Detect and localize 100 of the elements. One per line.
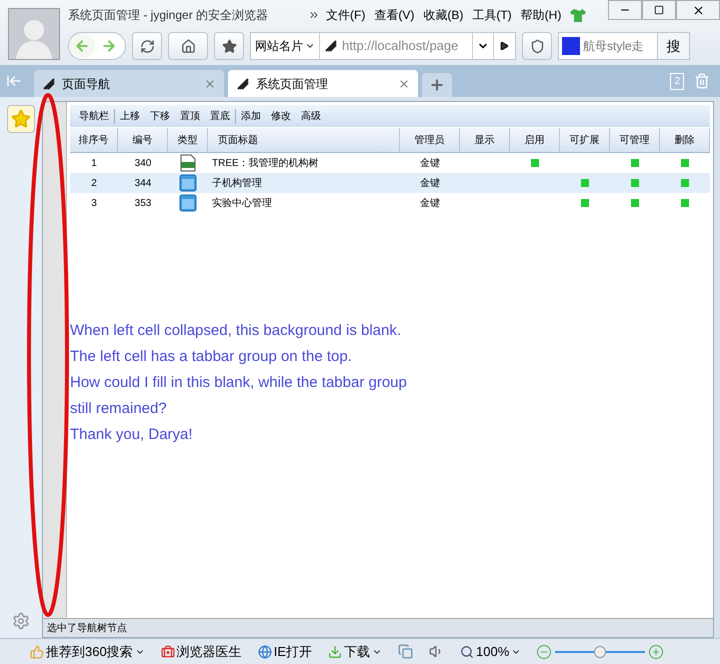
- close-tab-icon[interactable]: [204, 78, 216, 90]
- tab[interactable]: 页面导航: [34, 70, 224, 97]
- close-tab-icon[interactable]: [398, 78, 410, 90]
- settings-icon[interactable]: [12, 612, 30, 630]
- toolbar-button[interactable]: 添加: [235, 108, 266, 124]
- menu-item[interactable]: 收藏(B): [423, 6, 464, 24]
- maximize-icon: [654, 5, 664, 15]
- window-icon: [179, 194, 197, 212]
- avatar[interactable]: [8, 8, 60, 60]
- url-text: http://localhost/page: [342, 37, 460, 56]
- toolbar-button[interactable]: 置顶: [175, 108, 205, 124]
- zoom-out-button[interactable]: [537, 644, 552, 658]
- play-icon: [499, 41, 509, 51]
- toolbar-button[interactable]: 置底: [205, 108, 235, 124]
- column-header[interactable]: 排序号: [70, 128, 118, 152]
- table-cell-text: TREE：我管理的机构树: [211, 156, 320, 170]
- plus-icon: [651, 646, 662, 656]
- page-icon: [236, 76, 250, 90]
- table-cell-text: 1: [90, 156, 98, 170]
- page-icon: [324, 39, 338, 53]
- back-button[interactable]: [69, 33, 95, 59]
- table-cell-text: 344: [134, 176, 152, 190]
- menu-item[interactable]: 查看(V): [374, 6, 414, 24]
- recommend-button[interactable]: 推荐到360搜索: [30, 642, 145, 662]
- table-cell-text: 2: [90, 176, 98, 190]
- column-header[interactable]: 编号: [118, 128, 168, 152]
- xml-file-icon: [179, 154, 197, 172]
- zoom-in-button[interactable]: [649, 644, 664, 658]
- note-text: Thank you, Darya!: [70, 425, 194, 445]
- menu-item[interactable]: 帮助(H): [520, 6, 562, 24]
- toolbar-button[interactable]: 上移: [114, 108, 145, 124]
- back-arrow-icon: [74, 38, 90, 54]
- status-text: 选中了导航树节点: [47, 622, 127, 636]
- toolbar-button[interactable]: 导航栏: [74, 108, 114, 124]
- table-cell-text: 金键: [419, 196, 441, 210]
- forward-arrow-icon: [101, 38, 117, 54]
- globe-icon: [258, 644, 272, 658]
- column-header[interactable]: 可扩展: [560, 128, 610, 152]
- new-tab-button[interactable]: [422, 73, 452, 97]
- shield-button[interactable]: [522, 32, 552, 60]
- thumbs-up-icon: [30, 644, 44, 658]
- maximize-button[interactable]: [642, 0, 676, 20]
- shirt-icon[interactable]: [570, 8, 586, 22]
- table-cell-text: 金键: [419, 156, 441, 170]
- zoom-button[interactable]: 100%: [460, 642, 522, 662]
- note-text: When left cell collapsed, this background is blank.: [70, 321, 402, 341]
- column-header[interactable]: 显示: [460, 128, 510, 152]
- table-cell-text: 353: [134, 196, 152, 210]
- table-row[interactable]: 2 344 子机构管理 金键: [70, 173, 710, 193]
- slider-thumb[interactable]: [594, 646, 606, 658]
- page-icon: [42, 76, 56, 90]
- toolbar-button[interactable]: 高级: [296, 108, 326, 124]
- table-row[interactable]: 3 353 实验中心管理 金键: [70, 193, 710, 213]
- table-cell-text: 3: [90, 196, 98, 210]
- column-header[interactable]: 删除: [660, 128, 710, 152]
- column-header[interactable]: 页面标题: [208, 128, 400, 152]
- column-header[interactable]: 类型: [168, 128, 208, 152]
- ie-button[interactable]: IE打开: [258, 642, 312, 662]
- plus-icon: [429, 77, 445, 93]
- download-button[interactable]: 下载: [328, 642, 382, 662]
- home-icon: [180, 38, 196, 54]
- table-cell-text: 子机构管理: [211, 176, 263, 190]
- search-box[interactable]: 航母style走 搜: [558, 32, 690, 60]
- refresh-icon: [140, 38, 154, 54]
- table-cell-text: 金键: [419, 176, 441, 190]
- address-bar[interactable]: 网站名片 http://localhost/page: [250, 32, 516, 60]
- table-row[interactable]: 1 340 TREE：我管理的机构树 金键: [70, 153, 710, 173]
- note-text: The left cell has a tabbar group on the top.: [70, 347, 353, 367]
- note-text: still remained?: [70, 399, 168, 419]
- window-title: 系统页面管理 - jyginger 的安全浏览器: [68, 7, 270, 24]
- shield-icon: [530, 38, 544, 54]
- toolbar-button[interactable]: 修改: [266, 108, 296, 124]
- tab[interactable]: 系统页面管理: [228, 70, 418, 97]
- column-header[interactable]: 管理员: [400, 128, 460, 152]
- table-cell-text: 340: [134, 156, 152, 170]
- tab-label: 页面导航: [62, 76, 111, 92]
- close-button[interactable]: [676, 0, 720, 20]
- table-cell-text: 实验中心管理: [211, 196, 273, 210]
- download-icon: [328, 644, 342, 658]
- search-field[interactable]: 航母style走: [583, 33, 657, 59]
- menu-item[interactable]: 文件(F): [326, 6, 366, 24]
- windows-icon[interactable]: [398, 644, 413, 659]
- trash-icon[interactable]: [694, 73, 710, 89]
- window-icon: [179, 174, 197, 192]
- home-button[interactable]: [168, 32, 208, 60]
- menu-item[interactable]: 工具(T): [472, 6, 512, 24]
- chevron-icon[interactable]: [308, 9, 320, 21]
- star-icon: [222, 38, 236, 54]
- zoom-slider[interactable]: [555, 644, 646, 658]
- search-button[interactable]: 搜: [657, 33, 689, 59]
- note-text: How could I fill in this blank, while the tabbar group: [70, 373, 408, 393]
- column-header[interactable]: 可管理: [610, 128, 660, 152]
- toolbar-button[interactable]: 下移: [145, 108, 175, 124]
- doctor-button[interactable]: 浏览器医生: [160, 642, 242, 662]
- column-header[interactable]: 启用: [510, 128, 560, 152]
- favorite-button[interactable]: [214, 32, 244, 60]
- favorites-button[interactable]: [7, 105, 35, 133]
- sidebar-toggle-icon[interactable]: [6, 73, 22, 89]
- refresh-button[interactable]: [132, 32, 162, 60]
- sites-dropdown[interactable]: 网站名片: [251, 33, 320, 59]
